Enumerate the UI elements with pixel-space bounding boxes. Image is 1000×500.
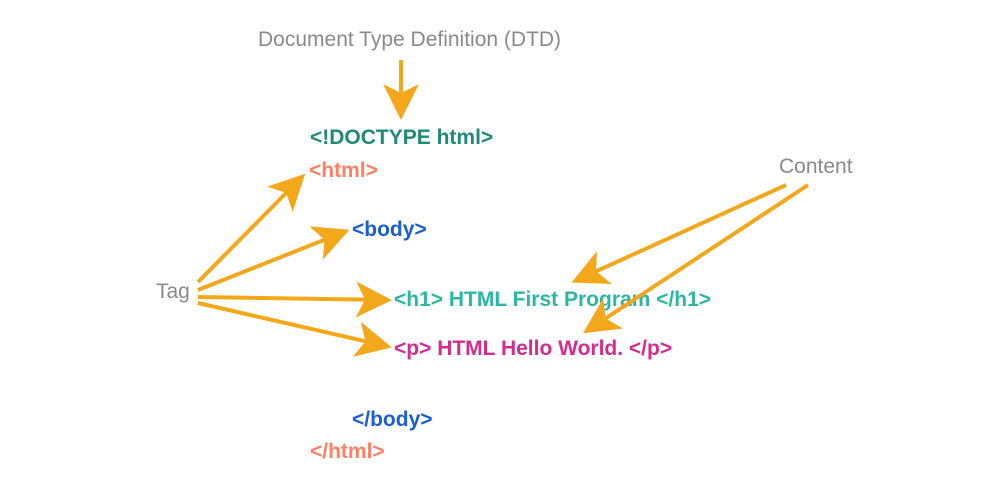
arrow-content-h1 [577,185,786,280]
code-html-open: <html> [309,159,378,183]
diagram-stage: Document Type Definition (DTD) <!DOCTYPE… [0,0,1000,500]
arrows-layer [0,0,1000,500]
code-h1: <h1> HTML First Program </h1> [394,288,711,312]
code-html-close: </html> [310,440,385,464]
code-p: <p> HTML Hello World. </p> [394,337,672,361]
dtd-label: Document Type Definition (DTD) [258,28,561,52]
code-doctype: <!DOCTYPE html> [310,126,493,150]
arrow-tag-p [198,303,386,346]
arrow-tag-body [198,232,344,290]
arrow-tag-h1 [198,297,386,300]
code-body-open: <body> [352,218,427,242]
arrow-tag-html [198,178,301,282]
code-body-close: </body> [352,408,433,432]
tag-label: Tag [156,280,190,304]
content-label: Content [779,155,853,179]
